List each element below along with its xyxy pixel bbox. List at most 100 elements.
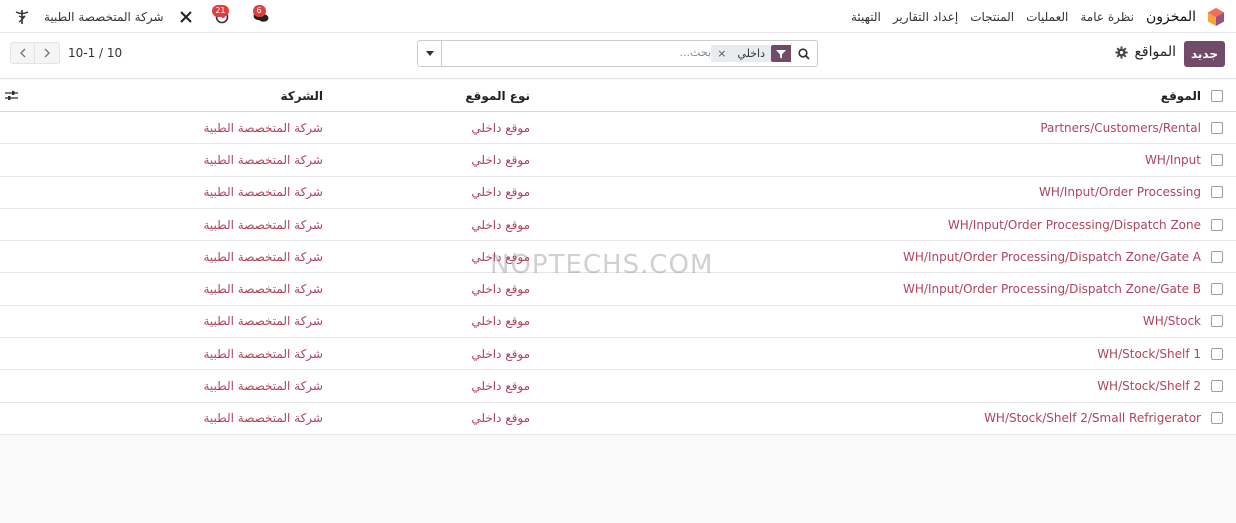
menu-overview[interactable]: نظرة عامة (1080, 10, 1134, 24)
row-checkbox[interactable] (1210, 241, 1224, 272)
cell-location[interactable]: WH/Input/Order Processing/Dispatch Zone (948, 209, 1201, 240)
checkbox[interactable] (1211, 347, 1223, 360)
menu-products[interactable]: المنتجات (970, 10, 1014, 24)
pager-previous-button[interactable] (10, 42, 35, 64)
checkbox[interactable] (1211, 250, 1223, 263)
cell-location[interactable]: WH/Input/Order Processing (1039, 177, 1201, 208)
cell-company[interactable]: شركة المتخصصة الطبية (203, 338, 323, 369)
cell-company[interactable]: شركة المتخصصة الطبية (203, 144, 323, 175)
cell-company[interactable]: شركة المتخصصة الطبية (203, 177, 323, 208)
table-row[interactable]: WH/Input/Order Processing/Dispatch Zone م… (0, 208, 1236, 242)
menu-operations[interactable]: العمليات (1026, 10, 1068, 24)
checkbox[interactable] (1211, 153, 1223, 166)
table-row[interactable]: WH/Stock/Shelf 1 موقع داخلي شركة المتخصصة … (0, 338, 1236, 371)
cell-company[interactable]: شركة المتخصصة الطبية (203, 370, 323, 401)
new-button[interactable]: جديد (1184, 41, 1225, 67)
cell-location-type[interactable]: موقع داخلي (471, 273, 530, 304)
pager: 10-1 / 10 (10, 42, 122, 64)
row-checkbox[interactable] (1210, 273, 1224, 304)
checkbox[interactable] (1211, 121, 1223, 134)
cell-company[interactable]: شركة المتخصصة الطبية (203, 273, 323, 304)
cell-location[interactable]: WH/Stock/Shelf 2/Small Refrigerator (984, 403, 1201, 434)
row-checkbox[interactable] (1210, 370, 1224, 401)
breadcrumb: المواقع (1115, 44, 1176, 60)
systray: شركة المتخصصة الطبية 21 6 (12, 0, 274, 33)
cell-company[interactable]: شركة المتخصصة الطبية (203, 306, 323, 337)
cell-location[interactable]: WH/Stock/Shelf 2 (1097, 370, 1201, 401)
gear-icon[interactable] (1115, 45, 1129, 59)
cell-location[interactable]: WH/Stock (1143, 306, 1201, 337)
cell-location-type[interactable]: موقع داخلي (471, 306, 530, 337)
activity-clock-icon[interactable]: 21 (208, 4, 236, 27)
sliders-icon (5, 91, 18, 100)
checkbox[interactable] (1211, 283, 1223, 296)
cell-location[interactable]: WH/Input/Order Processing/Dispatch Zone/… (903, 241, 1201, 272)
company-switcher[interactable]: شركة المتخصصة الطبية (44, 10, 164, 24)
app-name[interactable]: المخزون (1146, 9, 1196, 25)
row-checkbox[interactable] (1210, 177, 1224, 208)
cell-location-type[interactable]: موقع داخلي (471, 241, 530, 272)
select-all-checkbox[interactable] (1210, 80, 1224, 111)
control-panel: جديد المواقع داخلي × 10-1 / 10 (0, 33, 1236, 79)
cell-location-type[interactable]: موقع داخلي (471, 209, 530, 240)
page-title: المواقع (1134, 44, 1176, 60)
cell-location-type[interactable]: موقع داخلي (471, 177, 530, 208)
checkbox[interactable] (1211, 186, 1223, 199)
filter-icon (771, 45, 791, 62)
table-row[interactable]: WH/Stock/Shelf 2/Small Refrigerator موقع … (0, 402, 1236, 435)
tools-icon[interactable] (176, 7, 196, 27)
table-row[interactable]: WH/Stock موقع داخلي شركة المتخصصة الطبية (0, 305, 1236, 339)
checkbox[interactable] (1211, 315, 1223, 328)
cell-location-type[interactable]: موقع داخلي (471, 338, 530, 369)
pager-value[interactable]: 10-1 / 10 (68, 46, 122, 60)
row-checkbox[interactable] (1210, 306, 1224, 337)
caduceus-icon[interactable] (12, 7, 32, 27)
search-button[interactable] (791, 41, 817, 66)
pager-next-button[interactable] (35, 42, 60, 64)
search-options-toggle[interactable] (418, 41, 442, 66)
list-table: الموقع نوع الموقع الشركة Partners/Custom… (0, 80, 1236, 435)
row-checkbox[interactable] (1210, 338, 1224, 369)
chat-icon[interactable]: 6 (248, 4, 274, 27)
facet-remove-icon[interactable]: × (711, 45, 732, 62)
table-row[interactable]: WH/Input موقع داخلي شركة المتخصصة الطبية (0, 144, 1236, 177)
search-icon (798, 47, 810, 60)
cell-location[interactable]: WH/Input/Order Processing/Dispatch Zone/… (903, 273, 1201, 304)
row-checkbox[interactable] (1210, 403, 1224, 434)
table-header: الموقع نوع الموقع الشركة (0, 80, 1236, 112)
checkbox[interactable] (1211, 218, 1223, 231)
search-input[interactable] (471, 46, 711, 59)
inventory-app-icon[interactable] (1208, 7, 1224, 26)
table-row[interactable]: Partners/Customers/Rental موقع داخلي شركة … (0, 112, 1236, 145)
cell-location-type[interactable]: موقع داخلي (471, 403, 530, 434)
column-header-type[interactable]: نوع الموقع (465, 80, 530, 111)
checkbox[interactable] (1211, 380, 1223, 393)
caret-down-icon (425, 50, 434, 56)
menu-reporting[interactable]: إعداد التقارير (893, 10, 958, 24)
table-row[interactable]: WH/Input/Order Processing/Dispatch Zone/… (0, 273, 1236, 306)
table-row[interactable]: WH/Input/Order Processing/Dispatch Zone/… (0, 241, 1236, 274)
cell-location-type[interactable]: موقع داخلي (471, 144, 530, 175)
cell-company[interactable]: شركة المتخصصة الطبية (203, 241, 323, 272)
chevron-right-icon (44, 48, 50, 58)
optional-columns-toggle[interactable] (5, 80, 18, 111)
table-row[interactable]: WH/Stock/Shelf 2 موقع داخلي شركة المتخصصة … (0, 370, 1236, 403)
cell-company[interactable]: شركة المتخصصة الطبية (203, 209, 323, 240)
cell-company[interactable]: شركة المتخصصة الطبية (203, 112, 323, 143)
menu-configuration[interactable]: التهيئة (851, 10, 881, 24)
table-row[interactable]: WH/Input/Order Processing موقع داخلي شركة … (0, 176, 1236, 209)
cell-location[interactable]: Partners/Customers/Rental (1040, 112, 1201, 143)
cell-company[interactable]: شركة المتخصصة الطبية (203, 403, 323, 434)
row-checkbox[interactable] (1210, 209, 1224, 240)
column-header-company[interactable]: الشركة (280, 80, 323, 111)
cell-location-type[interactable]: موقع داخلي (471, 370, 530, 401)
top-navbar: المخزون نظرة عامة العمليات المنتجات إعدا… (0, 0, 1236, 33)
row-checkbox[interactable] (1210, 112, 1224, 143)
column-header-location[interactable]: الموقع (1161, 80, 1201, 111)
checkbox[interactable] (1211, 89, 1223, 102)
checkbox[interactable] (1211, 412, 1223, 425)
cell-location-type[interactable]: موقع داخلي (471, 112, 530, 143)
row-checkbox[interactable] (1210, 144, 1224, 175)
cell-location[interactable]: WH/Input (1145, 144, 1201, 175)
cell-location[interactable]: WH/Stock/Shelf 1 (1097, 338, 1201, 369)
